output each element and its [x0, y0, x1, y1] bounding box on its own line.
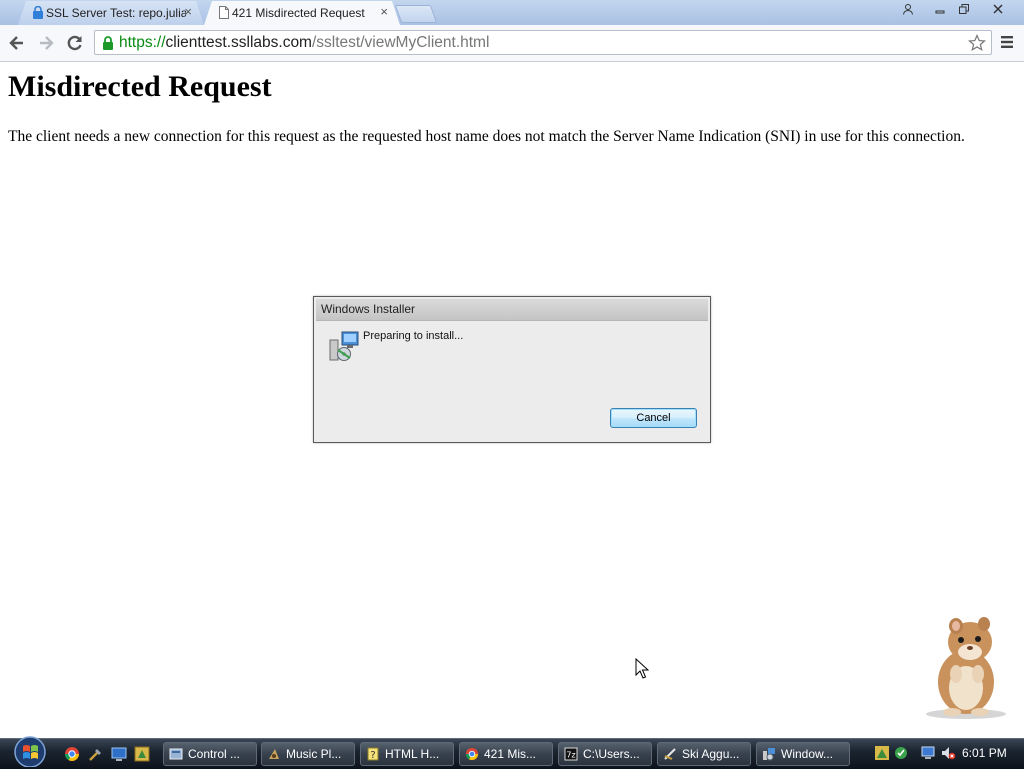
hamster-mascot-icon [926, 617, 1006, 719]
close-icon[interactable]: × [380, 5, 388, 19]
address-bar[interactable]: https://clienttest.ssllabs.com/ssltest/v… [94, 30, 992, 55]
restore-icon[interactable] [952, 1, 976, 17]
taskbar: Control ... Music Pl... ? HTML H... 421 … [0, 735, 1024, 769]
close-icon[interactable]: × [184, 5, 192, 19]
installer-icon [329, 331, 359, 361]
document-icon [218, 6, 230, 19]
url-path: /ssltest/viewMyClient.html [311, 34, 490, 51]
taskbar-button-control-panel[interactable]: Control ... [163, 742, 257, 766]
page-title: Misdirected Request [8, 70, 272, 103]
tray-app-icon[interactable] [874, 745, 890, 761]
tray-network-icon[interactable] [893, 745, 909, 761]
lock-icon [32, 6, 44, 19]
svg-text:7z: 7z [566, 751, 575, 760]
taskbar-button-7zip[interactable]: 7z C:\Users... [558, 742, 652, 766]
mouse-cursor-icon [635, 658, 649, 679]
lock-icon [103, 36, 113, 50]
taskbar-button-ski[interactable]: Ski Aggu... [657, 742, 751, 766]
new-tab-button[interactable] [394, 5, 438, 23]
close-window-icon[interactable] [986, 1, 1010, 17]
installer-dialog: Windows Installer Preparing to install..… [313, 296, 711, 443]
7zip-icon: 7z [564, 747, 578, 761]
taskbar-button-label: 421 Mis... [484, 747, 537, 761]
browser-toolbar: https://clienttest.ssllabs.com/ssltest/v… [0, 25, 1024, 62]
taskbar-button-label: Window... [781, 747, 834, 761]
taskbar-button-label: HTML H... [385, 747, 440, 761]
taskbar-button-chrome[interactable]: 421 Mis... [459, 742, 553, 766]
tab-ssl-server-test[interactable]: SSL Server Test: repo.julia × [18, 1, 204, 25]
tray-monitor-icon[interactable] [920, 745, 936, 761]
windows-installer-icon [763, 748, 775, 761]
control-panel-icon [169, 748, 183, 760]
svg-text:?: ? [370, 750, 375, 761]
taskbar-button-music-player[interactable]: Music Pl... [261, 742, 355, 766]
taskbar-button-label: Control ... [188, 747, 241, 761]
taskbar-button-label: C:\Users... [583, 747, 640, 761]
html-help-icon: ? [367, 747, 379, 761]
forward-arrow-icon[interactable] [36, 33, 56, 53]
tab-misdirected-request[interactable]: 421 Misdirected Request × [204, 1, 400, 25]
dialog-message: Preparing to install... [363, 330, 464, 342]
page-body-text: The client needs a new connection for th… [8, 128, 965, 145]
profile-icon[interactable] [896, 1, 920, 17]
ski-icon [664, 748, 676, 760]
back-arrow-icon[interactable] [7, 33, 27, 53]
volume-muted-icon[interactable] [940, 745, 956, 761]
taskbar-button-windows-installer[interactable]: Window... [756, 742, 850, 766]
dialog-title: Windows Installer [316, 299, 708, 321]
tab-strip: SSL Server Test: repo.julia × 421 Misdir… [0, 0, 1024, 25]
tab-title: SSL Server Test: repo.julia [46, 6, 186, 20]
start-orb-icon[interactable] [10, 735, 50, 767]
music-player-icon [269, 749, 279, 759]
cancel-button[interactable]: Cancel [610, 408, 697, 428]
url-scheme: https:// [119, 34, 166, 51]
taskbar-clock[interactable]: 6:01 PM [962, 746, 1007, 760]
show-desktop-icon[interactable] [111, 746, 127, 762]
chrome-icon [465, 747, 479, 761]
tab-title: 421 Misdirected Request [232, 6, 365, 20]
chrome-icon[interactable] [64, 746, 80, 762]
menu-icon[interactable] [1000, 35, 1014, 49]
reload-icon[interactable] [65, 33, 85, 53]
taskbar-button-label: Ski Aggu... [682, 747, 740, 761]
media-icon[interactable] [134, 746, 150, 762]
taskbar-button-label: Music Pl... [286, 747, 342, 761]
tools-icon[interactable] [88, 746, 104, 762]
taskbar-button-html-help[interactable]: ? HTML H... [360, 742, 454, 766]
bookmark-star-icon[interactable] [968, 34, 986, 52]
minimize-icon[interactable] [928, 1, 952, 17]
url-host: clienttest.ssllabs.com [165, 34, 312, 51]
